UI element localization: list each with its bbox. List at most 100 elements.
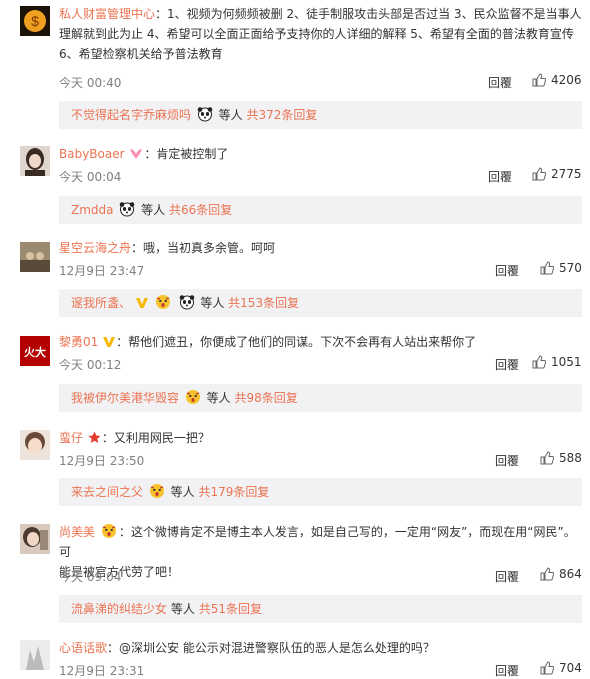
timestamp: 今天 00:12 — [59, 358, 122, 372]
username-link[interactable]: 尚美美 — [59, 525, 95, 539]
timestamp: 12月9日 23:50 — [59, 454, 145, 468]
panda-emoji — [179, 295, 194, 310]
timestamp: 今天 00:40 — [59, 76, 122, 90]
like-button[interactable]: 1051 — [532, 355, 582, 369]
comment-body: 蛮仔 ：又利用网民一把？ — [59, 428, 582, 448]
username-link[interactable]: 私人财富管理中心 — [59, 7, 155, 21]
timestamp: 12月9日 23:47 — [59, 264, 145, 278]
sub-reply-mid: 等人 — [141, 203, 166, 217]
sub-reply-more[interactable]: 共153条回复 — [228, 296, 299, 310]
thumb-up-icon — [532, 73, 547, 87]
like-count: 4206 — [551, 73, 582, 87]
colon: ： — [155, 7, 168, 21]
sub-replies[interactable]: 邃我所盞、 等人 共153条回复 — [59, 289, 582, 317]
timestamp: 今天 00:04 — [59, 170, 122, 184]
sub-reply-user[interactable]: 邃我所盞、 — [71, 296, 131, 310]
avatar[interactable] — [20, 430, 50, 460]
comment-text: 肯定被控制了 — [156, 147, 229, 161]
comment-text: 帮他们遮丑，你便成了他们的同谋。下次不会再有人站出来帮你了 — [128, 335, 477, 349]
svg-text:$: $ — [31, 13, 39, 29]
like-button[interactable]: 588 — [540, 451, 582, 465]
timestamp: 今天 09:04 — [59, 570, 122, 584]
comment-text-line: 这个微博肯定不是博主本人发言，如是自己写的，一定用“网友”，而现在用“网民”。可 — [59, 525, 576, 559]
reply-button[interactable]: 回覆 — [495, 568, 519, 585]
vip-v-icon — [135, 298, 148, 308]
sub-reply-user[interactable]: 来去之间之父 — [71, 485, 143, 499]
avatar[interactable] — [20, 524, 50, 554]
sub-reply-more[interactable]: 共66条回复 — [169, 203, 232, 217]
colon: ： — [144, 147, 157, 161]
thumb-up-icon — [540, 451, 555, 465]
avatar-image — [20, 430, 50, 460]
sub-reply-user[interactable]: 我被伊尔美港华毁容 — [71, 391, 179, 405]
avatar-image: 火大 — [20, 336, 50, 366]
comment-text-line: 1、视频为何频频被删 2、徒手制服攻击头部是否过当 3、民众监督不是当事人 — [167, 7, 582, 21]
like-count: 588 — [559, 451, 582, 465]
sub-reply-mid: 等人 — [206, 391, 231, 405]
panda-emoji — [197, 107, 213, 122]
sub-replies[interactable]: 我被伊尔美港华毁容 等人 共98条回复 — [59, 384, 582, 412]
star-badge-icon — [88, 431, 101, 443]
avatar[interactable] — [20, 146, 50, 176]
sub-reply-more[interactable]: 共51条回复 — [199, 602, 262, 616]
username-link[interactable]: BabyBoaer — [59, 147, 125, 161]
avatar[interactable]: $ — [20, 6, 50, 36]
username-link[interactable]: 星空云海之舟 — [59, 241, 131, 255]
like-count: 1051 — [551, 355, 582, 369]
username-link[interactable]: 黎勇01 — [59, 335, 98, 349]
reply-button[interactable]: 回覆 — [495, 356, 519, 373]
like-count: 2775 — [551, 167, 582, 181]
sub-reply-more[interactable]: 共179条回复 — [199, 485, 270, 499]
comment-body: 黎勇01 ：帮他们遮丑，你便成了他们的同谋。下次不会再有人站出来帮你了 — [59, 332, 582, 352]
reply-button[interactable]: 回覆 — [488, 168, 512, 185]
reply-button[interactable]: 回覆 — [488, 74, 512, 91]
sub-reply-mid: 等人 — [170, 602, 195, 616]
heart-badge-icon — [130, 149, 143, 159]
sub-reply-mid: 等人 — [200, 296, 225, 310]
shocked-emoji — [101, 524, 116, 538]
sub-reply-user[interactable]: 流鼻涕的纠结少女 — [71, 602, 167, 616]
sub-reply-more[interactable]: 共372条回复 — [247, 108, 318, 122]
like-button[interactable]: 864 — [540, 567, 582, 581]
sub-reply-user[interactable]: 不觉得起名字乔麻烦吗 — [71, 108, 191, 122]
thumb-up-icon — [540, 261, 555, 275]
reply-button[interactable]: 回覆 — [495, 662, 519, 679]
colon: ： — [118, 525, 131, 539]
svg-text:火大: 火大 — [24, 345, 46, 359]
like-button[interactable]: 570 — [540, 261, 582, 275]
reply-button[interactable]: 回覆 — [495, 452, 519, 469]
vip-v-icon — [103, 337, 116, 347]
sub-reply-user[interactable]: Zmdda — [71, 203, 114, 217]
avatar-image — [20, 524, 50, 554]
username-link[interactable]: 蛮仔 — [59, 431, 83, 445]
username-link[interactable]: 心语话歌 — [59, 641, 107, 655]
like-count: 704 — [559, 661, 582, 675]
shocked-emoji — [155, 295, 170, 309]
like-count: 570 — [559, 261, 582, 275]
comment-text: @深圳公安 能公示对混进警察队伍的恶人是怎么处理的吗？ — [119, 641, 435, 655]
like-button[interactable]: 704 — [540, 661, 582, 675]
avatar[interactable]: 火大 — [20, 336, 50, 366]
comment-body: 心语话歌：@深圳公安 能公示对混进警察队伍的恶人是怎么处理的吗？ — [59, 638, 582, 658]
sub-reply-mid: 等人 — [218, 108, 243, 122]
avatar-image: $ — [20, 6, 50, 36]
avatar-image — [20, 242, 50, 272]
avatar[interactable] — [20, 242, 50, 272]
like-button[interactable]: 2775 — [532, 167, 582, 181]
sub-replies[interactable]: Zmdda 等人 共66条回复 — [59, 196, 582, 224]
thumb-up-icon — [540, 661, 555, 675]
thumb-up-icon — [540, 567, 555, 581]
colon: ： — [107, 641, 120, 655]
sub-reply-mid: 等人 — [170, 485, 195, 499]
like-count: 864 — [559, 567, 582, 581]
sub-reply-more[interactable]: 共98条回复 — [235, 391, 298, 405]
sub-replies[interactable]: 流鼻涕的纠结少女 等人 共51条回复 — [59, 595, 582, 623]
reply-button[interactable]: 回覆 — [495, 262, 519, 279]
timestamp: 12月9日 23:31 — [59, 664, 145, 678]
comment-text: 哦，当初真多余管。呵呵 — [143, 241, 276, 255]
sub-replies[interactable]: 来去之间之父 等人 共179条回复 — [59, 478, 582, 506]
like-button[interactable]: 4206 — [532, 73, 582, 87]
panda-emoji — [120, 202, 135, 217]
comment-body: BabyBoaer ：肯定被控制了 — [59, 144, 582, 164]
sub-replies[interactable]: 不觉得起名字乔麻烦吗 等人 共372条回复 — [59, 101, 582, 129]
